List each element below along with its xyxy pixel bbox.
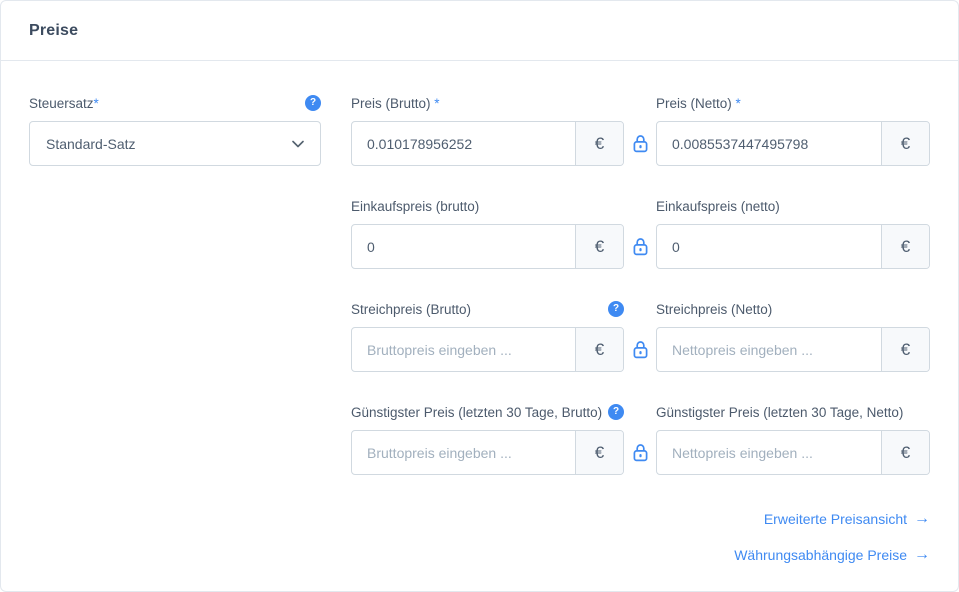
currency-prices-link[interactable]: Währungsabhängige Preise→ [734, 547, 930, 563]
lock-column [624, 327, 656, 372]
list-price-gross-input[interactable] [352, 328, 575, 371]
tax-rate-select[interactable]: Standard-Satz [29, 121, 321, 166]
purchase-gross-field: Einkaufspreis (brutto) € [351, 198, 624, 269]
cheapest-gross-label: Günstigster Preis (letzten 30 Tage, Brut… [351, 405, 602, 420]
cheapest-net-label: Günstigster Preis (letzten 30 Tage, Nett… [656, 405, 903, 420]
currency-suffix: € [575, 225, 623, 268]
cheapest-gross-field: Günstigster Preis (letzten 30 Tage, Brut… [351, 404, 624, 475]
price-gross-field: Preis (Brutto) * € [351, 95, 624, 166]
price-row-cheapest: Günstigster Preis (letzten 30 Tage, Brut… [351, 404, 930, 475]
lock-icon[interactable] [633, 340, 648, 359]
prices-column: Preis (Brutto) * € Preis (Netto) * [351, 95, 930, 583]
price-row-list-price: Streichpreis (Brutto) ? € Streichpre [351, 301, 930, 372]
help-icon[interactable]: ? [608, 404, 624, 420]
price-gross-label: Preis (Brutto) * [351, 96, 440, 111]
price-net-label: Preis (Netto) * [656, 96, 741, 111]
price-net-field: Preis (Netto) * € [656, 95, 930, 166]
price-net-input[interactable] [657, 122, 881, 165]
lock-icon[interactable] [633, 134, 648, 153]
required-mark: * [94, 96, 99, 111]
card-header: Preise [1, 1, 958, 61]
currency-suffix: € [881, 431, 929, 474]
arrow-right-icon: → [914, 547, 930, 563]
list-price-gross-label: Streichpreis (Brutto) [351, 302, 471, 317]
list-price-net-input[interactable] [657, 328, 881, 371]
purchase-net-field: Einkaufspreis (netto) € [656, 198, 930, 269]
tax-rate-selected-value: Standard-Satz [46, 136, 136, 152]
tax-rate-label: Steuersatz* [29, 96, 99, 111]
card-body: Steuersatz* ? Standard-Satz Preis (Brutt… [1, 61, 958, 583]
list-price-net-field: Streichpreis (Netto) € [656, 301, 930, 372]
prices-card: Preise Steuersatz* ? Standard-Satz Pre [0, 0, 959, 592]
card-title: Preise [29, 22, 78, 40]
cheapest-net-field: Günstigster Preis (letzten 30 Tage, Nett… [656, 404, 930, 475]
lock-icon[interactable] [633, 443, 648, 462]
help-icon[interactable]: ? [608, 301, 624, 317]
lock-column [624, 121, 656, 166]
currency-suffix: € [575, 431, 623, 474]
list-price-gross-field: Streichpreis (Brutto) ? € [351, 301, 624, 372]
lock-column [624, 430, 656, 475]
cheapest-net-input[interactable] [657, 431, 881, 474]
price-row-gross-net: Preis (Brutto) * € Preis (Netto) * [351, 95, 930, 166]
currency-suffix: € [881, 328, 929, 371]
cheapest-gross-input[interactable] [352, 431, 575, 474]
purchase-gross-input[interactable] [352, 225, 575, 268]
chevron-down-icon [292, 140, 304, 148]
list-price-net-label: Streichpreis (Netto) [656, 302, 772, 317]
arrow-right-icon: → [914, 511, 930, 527]
required-mark: * [431, 96, 440, 111]
purchase-net-input[interactable] [657, 225, 881, 268]
currency-suffix: € [881, 225, 929, 268]
currency-suffix: € [881, 122, 929, 165]
price-gross-input[interactable] [352, 122, 575, 165]
tax-rate-field: Steuersatz* ? Standard-Satz [29, 95, 321, 583]
purchase-gross-label: Einkaufspreis (brutto) [351, 199, 479, 214]
price-row-purchase: Einkaufspreis (brutto) € Einkaufspreis (… [351, 198, 930, 269]
currency-suffix: € [575, 122, 623, 165]
lock-column [624, 224, 656, 269]
required-mark: * [732, 96, 741, 111]
lock-icon[interactable] [633, 237, 648, 256]
advanced-prices-link[interactable]: Erweiterte Preisansicht→ [764, 511, 930, 527]
help-icon[interactable]: ? [305, 95, 321, 111]
links-section: Erweiterte Preisansicht→ Währungsabhängi… [351, 507, 930, 565]
currency-suffix: € [575, 328, 623, 371]
purchase-net-label: Einkaufspreis (netto) [656, 199, 780, 214]
